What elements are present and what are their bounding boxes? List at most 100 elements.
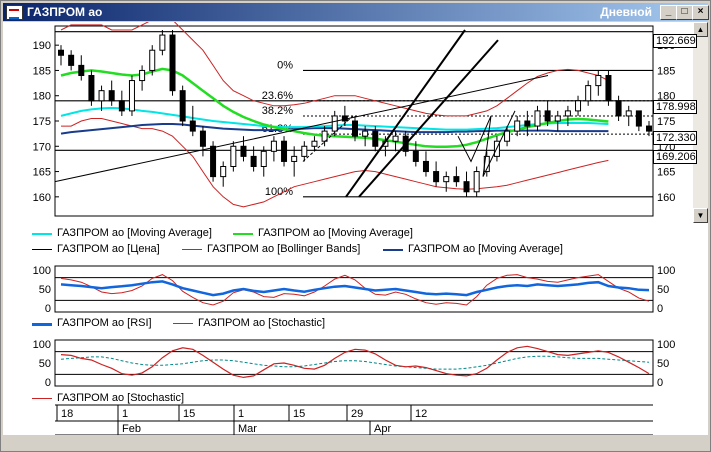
candle-body <box>554 115 561 122</box>
candle-body <box>412 150 419 162</box>
legend-swatch-price <box>32 249 52 250</box>
fib-level-label: 23.6% <box>262 90 293 102</box>
candle-body <box>544 110 551 122</box>
candle-body <box>68 54 75 66</box>
candle-body <box>58 49 64 56</box>
candle-body <box>281 140 288 162</box>
candle-body <box>605 75 612 102</box>
fib-level-label: 38.2% <box>262 105 293 117</box>
candle-body <box>291 155 298 162</box>
candle-body <box>646 125 652 132</box>
fib-level-label: 100% <box>265 186 293 198</box>
candle-body <box>514 120 521 132</box>
candle-body <box>98 90 105 102</box>
vertical-scrollbar[interactable]: ▲ ▼ <box>693 22 708 223</box>
y-tick-label-left: 165 <box>33 167 51 179</box>
chart-app-icon[interactable] <box>6 5 23 20</box>
candle-body <box>534 110 541 127</box>
close-button[interactable]: × <box>692 5 709 20</box>
fib-level-label: 0% <box>277 59 293 71</box>
legend-rsi: ГАЗПРОМ ао [RSI] <box>57 317 152 329</box>
candle-body <box>88 75 95 102</box>
time-day-label: 15 <box>293 408 305 420</box>
scroll-down-icon[interactable]: ▼ <box>693 208 708 223</box>
candle-body <box>422 160 429 173</box>
candle-body <box>372 130 379 147</box>
stoch-panel-frame <box>54 339 654 387</box>
candle-body <box>240 145 247 157</box>
legend-swatch-bollinger <box>182 249 202 250</box>
stoch-tick-label-right: 100 <box>657 339 675 351</box>
price-box-level-1: 192.669 <box>653 34 697 48</box>
candle-body <box>352 120 358 137</box>
y-tick-label-left: 160 <box>33 192 51 204</box>
stoch-tick-label-right: 0 <box>657 377 663 389</box>
maximize-button[interactable]: □ <box>676 5 693 20</box>
candle-body <box>159 34 166 51</box>
rsi-panel-frame <box>54 265 654 313</box>
legend-swatch-ma-green <box>233 233 253 235</box>
price-box-level-3: 169.206 <box>653 150 697 164</box>
title-bar[interactable]: ГАЗПРОМ ао Дневной _ □ × <box>3 3 709 21</box>
channel-line-upper <box>345 29 466 198</box>
y-tick-label-left: 185 <box>33 65 51 77</box>
y-tick-label-left: 175 <box>33 116 51 128</box>
y-tick-label-right: 160 <box>657 192 675 204</box>
y-tick-label-right: 175 <box>657 116 675 128</box>
stoch-tick-label-left: 50 <box>39 358 51 370</box>
legend-swatch-stochastic-2 <box>32 398 52 399</box>
time-day-label: 18 <box>61 408 73 420</box>
candle-body <box>128 80 135 112</box>
rsi-tick-label-left: 100 <box>33 265 51 277</box>
candle-body <box>575 100 582 112</box>
rsi-tick-label-right: 100 <box>657 265 675 277</box>
candle-body <box>585 85 592 102</box>
legend-price: ГАЗПРОМ ао [Цена] <box>57 243 160 255</box>
rsi-line <box>60 280 650 297</box>
stochastic-main-line <box>60 345 650 379</box>
candle-body <box>453 176 460 183</box>
price-box-level-2: 178.998 <box>653 100 697 114</box>
candle-body <box>118 100 125 112</box>
candle-body <box>199 130 206 147</box>
candle-body <box>210 145 217 178</box>
price-box-current: 172.330 <box>653 131 697 145</box>
candle-body <box>250 155 257 167</box>
legend-stochastic-2: ГАЗПРОМ ао [Stochastic] <box>57 392 185 404</box>
time-day-label: 29 <box>351 408 363 420</box>
candle-body <box>463 181 470 193</box>
candle-body <box>270 140 277 152</box>
candle-body <box>615 100 622 117</box>
stoch-tick-label-right: 50 <box>657 358 669 370</box>
stoch-tick-label-left: 100 <box>33 339 51 351</box>
bollinger-upper-line <box>60 14 609 117</box>
stochastic-signal-line <box>60 355 650 370</box>
candle-body <box>78 64 85 76</box>
stoch-tick-label-left: 0 <box>45 377 51 389</box>
candle-body <box>635 110 642 127</box>
period-label: Дневной <box>600 5 652 19</box>
y-tick-label-left: 190 <box>33 40 51 52</box>
time-month-label: Feb <box>122 423 141 435</box>
time-day-label: 12 <box>415 408 427 420</box>
minimize-button[interactable]: _ <box>660 5 677 20</box>
rsi-tick-label-right: 50 <box>657 284 669 296</box>
rsi-tick-label-left: 0 <box>45 303 51 315</box>
legend-swatch-ma-cyan <box>32 233 52 235</box>
candle-body <box>392 135 399 142</box>
legend-swatch-rsi <box>32 323 52 326</box>
time-day-label: 1 <box>238 408 244 420</box>
y-tick-label-right: 185 <box>657 65 675 77</box>
candle-body <box>189 120 196 132</box>
candle-body <box>230 145 237 167</box>
candle-body <box>443 176 450 183</box>
legend-ma-green: ГАЗПРОМ ао [Moving Average] <box>258 227 413 239</box>
candle-body <box>433 171 440 183</box>
candle-body <box>149 49 156 71</box>
legend-stochastic: ГАЗПРОМ ао [Stochastic] <box>198 317 326 329</box>
candle-body <box>595 75 602 87</box>
y-tick-label-right: 165 <box>657 167 675 179</box>
legend-ma-blue: ГАЗПРОМ ао [Moving Average] <box>408 243 563 255</box>
rsi-tick-label-right: 0 <box>657 303 663 315</box>
candle-body <box>473 171 480 193</box>
